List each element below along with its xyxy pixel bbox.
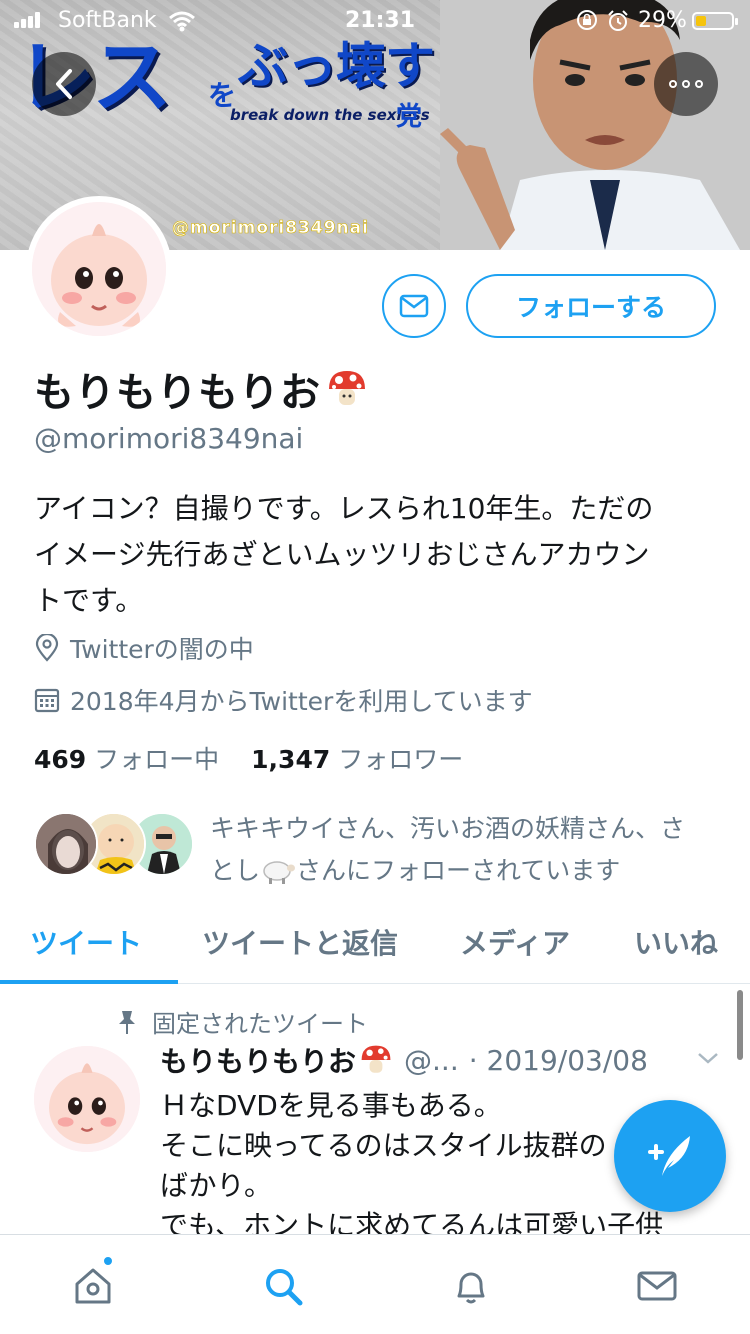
tab-media[interactable]: メディア [460,922,570,962]
display-name-text: もりもりもりお [34,370,321,416]
orientation-lock-icon [577,10,597,30]
followed-by-name: とし [210,856,261,885]
battery-icon [692,12,738,30]
home-notification-dot [102,1255,114,1267]
following-count: 469 [34,745,87,774]
followers-count: 1,347 [251,745,331,774]
wifi-icon [169,11,195,32]
tab-tweets[interactable]: ツイート [30,922,142,962]
banner-handle-text: @morimori8349nai [172,218,369,239]
bio-line: イメージ先行あざといムッツリおじさんアカウン [34,538,650,571]
tweet-options-chevron-icon[interactable] [696,1050,720,1066]
followed-by-line: キキキウイさん、汚いお酒の妖精さん、さ [210,814,686,843]
message-button[interactable] [382,274,446,338]
more-dots-icon [669,80,703,88]
follow-button[interactable]: フォローする [466,274,716,338]
bio-line: トです。 [34,584,144,617]
tweet-line: でも、ホントに求めてるんは可愛い子供 [160,1209,664,1234]
sheep-icon [263,861,296,884]
followers-link[interactable]: 1,347 フォロワー [251,740,463,776]
profile-handle: @morimori8349nai [34,422,304,455]
mushroom-icon [329,371,365,405]
signal-icon [14,12,40,28]
followed-by-text: キキキウイさん、汚いお酒の妖精さん、さ とし さんにフォローされています [210,808,720,892]
profile-avatar[interactable] [26,196,172,342]
calendar-icon [34,688,60,713]
followed-by-avatars [34,812,194,880]
bell-icon [457,1272,485,1304]
profile-tabs: ツイート ツイートと返信 メディア いいね [0,900,750,984]
compose-tweet-button[interactable] [614,1100,726,1212]
tab-likes[interactable]: いいね [634,922,718,962]
status-bar: SoftBank 21:31 29% [0,0,750,40]
followers-label: フォロワー [338,745,464,774]
pinned-label: 固定されたツイート [152,1010,368,1038]
status-time: 21:31 [345,8,416,33]
profile-display-name: もりもりもりお [34,360,369,418]
banner-party: 党 [396,102,423,132]
profile-location: Twitterの闇の中 [34,630,254,666]
profile-joined-date: 2018年4月からTwitterを利用しています [34,682,533,718]
home-icon [75,1268,111,1304]
tab-tweets-and-replies[interactable]: ツイートと返信 [202,922,398,962]
profile-bio: アイコン？自撮りです。レスられ10年生。ただの イメージ先行あざといムッツリおじ… [34,486,714,624]
tweet-header: もりもりもりお @... · 2019/03/08 [160,1040,648,1080]
pinned-indicator: 固定されたツイート [116,1004,368,1039]
tweet-date: · 2019/03/08 [468,1043,648,1077]
kewpie-face-icon [32,202,166,336]
nav-notifications[interactable] [446,1261,496,1311]
battery-level-fill [696,16,706,26]
bio-line: アイコン？自撮りです。レスられ10年生。ただの [34,492,654,525]
location-text: Twitterの闇の中 [70,635,254,664]
tweet-author-avatar[interactable] [34,1046,140,1152]
envelope-icon [637,1271,677,1301]
mushroom-icon [361,1045,391,1073]
following-label: フォロー中 [94,745,220,774]
tweet-author-handle: @... [404,1043,459,1077]
pin-icon [119,1010,135,1034]
follow-counts: 469 フォロー中 1,347 フォロワー [34,740,463,776]
back-button[interactable] [32,52,96,116]
scrollbar[interactable] [737,990,743,1060]
followed-by-suffix: さんにフォローされています [296,856,621,885]
banner-title-small: ぶっ壊す [238,37,435,95]
compose-quill-icon [648,1136,690,1176]
chevron-left-icon [56,69,72,99]
envelope-icon [399,294,429,318]
search-icon [266,1269,303,1306]
tweet-author-name[interactable]: もりもりもりお [160,1040,394,1080]
followed-by-line: とし さんにフォローされています [210,850,720,892]
kewpie-avatar-image [32,202,166,336]
bottom-navigation [0,1234,750,1334]
tweet-author-name-text: もりもりもりお [160,1045,357,1078]
following-link[interactable]: 469 フォロー中 [34,740,219,776]
alarm-icon [608,10,628,31]
battery-percent: 29% [638,8,687,33]
carrier-label: SoftBank [58,8,157,33]
nav-home[interactable] [68,1261,118,1311]
follower-avatar [34,812,98,876]
followed-by-section[interactable]: キキキウイさん、汚いお酒の妖精さん、さ とし さんにフォローされています [34,808,724,888]
kewpie-face-icon [34,1046,140,1152]
joined-text: 2018年4月からTwitterを利用しています [70,687,533,716]
location-pin-icon [35,634,59,662]
more-options-button[interactable] [654,52,718,116]
nav-messages[interactable] [632,1261,682,1311]
nav-search[interactable] [258,1261,308,1311]
